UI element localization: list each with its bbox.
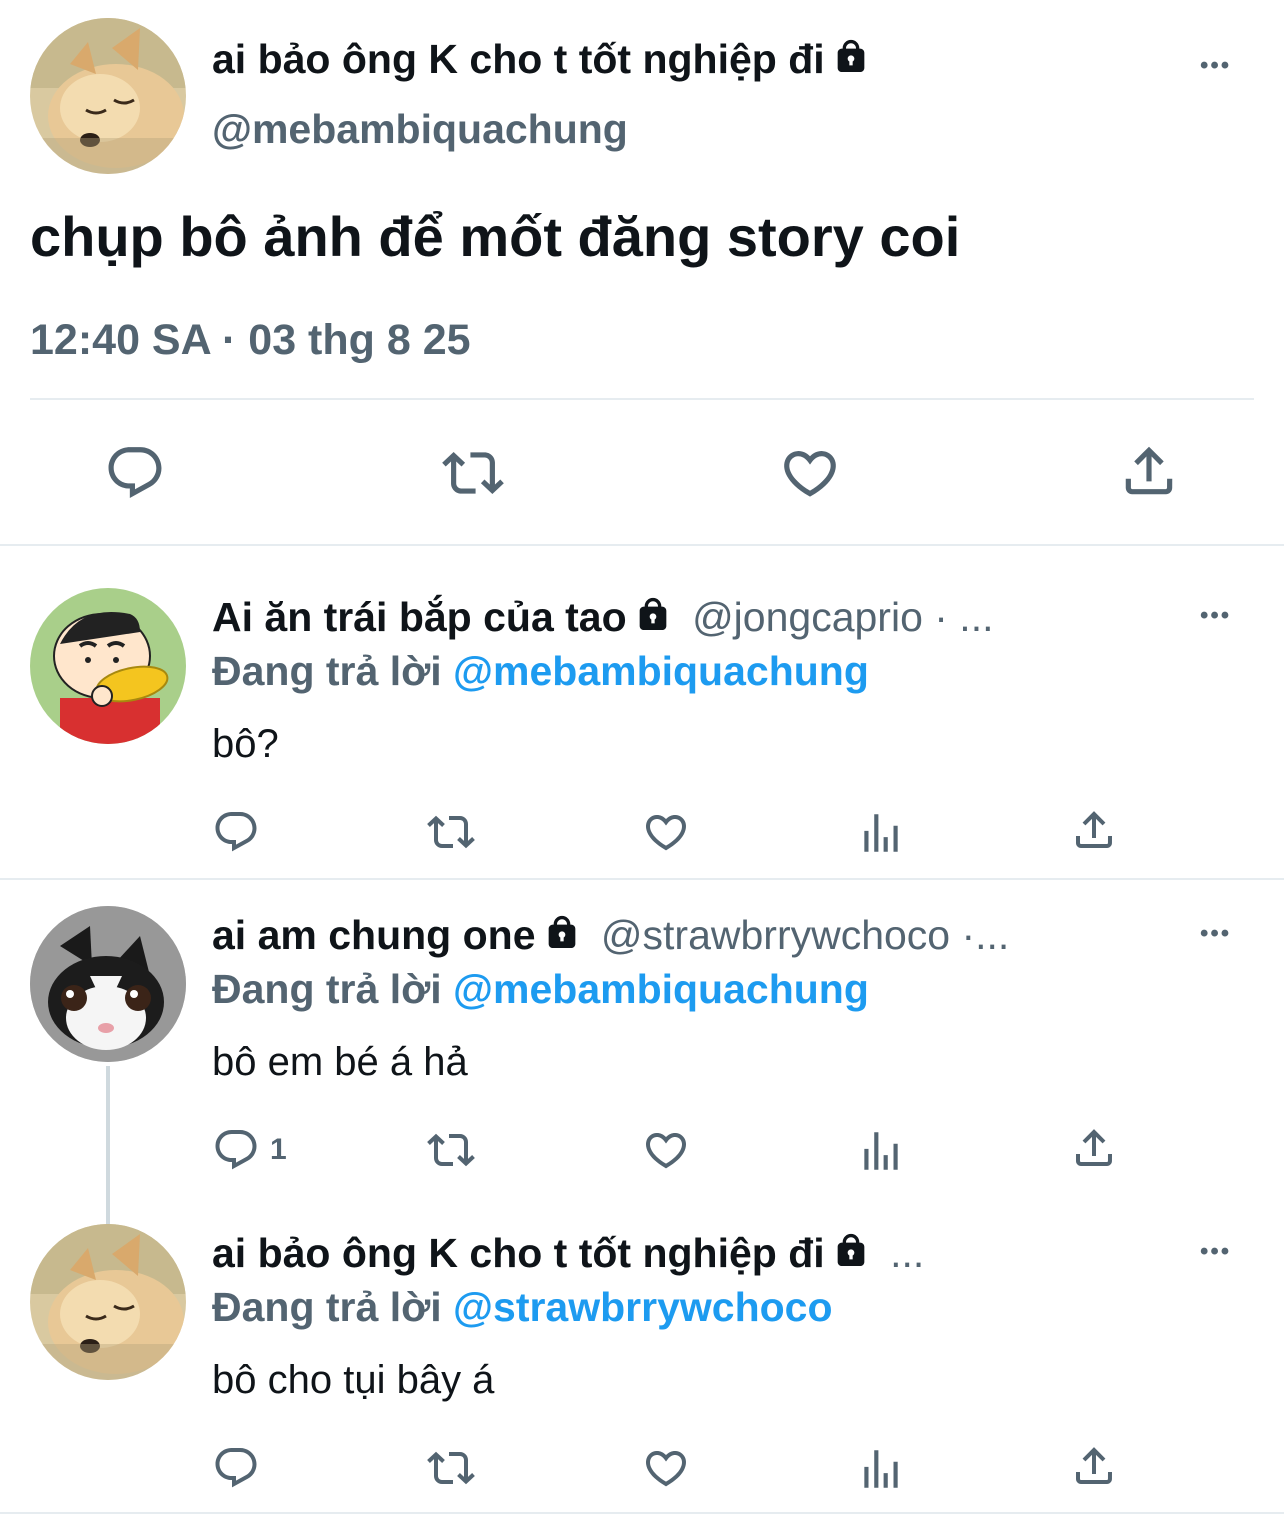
divider xyxy=(0,878,1284,880)
reply-button[interactable] xyxy=(212,1444,260,1492)
replying-to: Đang trả lời @mebambiquachung xyxy=(212,648,869,695)
author-name[interactable]: ai bảo ông K cho t tốt nghiệp đi xyxy=(212,36,871,87)
reply-button[interactable]: 1 xyxy=(212,1126,287,1174)
retweet-button[interactable] xyxy=(424,1126,478,1174)
replying-label: Đang trả lời xyxy=(212,1284,442,1330)
more-options-button[interactable]: ••• xyxy=(1200,1238,1231,1266)
like-icon xyxy=(640,808,692,856)
replying-to-link[interactable]: @mebambiquachung xyxy=(453,966,869,1012)
like-icon xyxy=(640,1444,692,1492)
reply-icon xyxy=(212,1444,260,1492)
display-name: ai am chung one xyxy=(212,912,536,958)
author-name[interactable]: ai bảo ông K cho t tốt nghiệp đi ... xyxy=(212,1230,924,1281)
display-name: ai bảo ông K cho t tốt nghiệp đi xyxy=(212,36,825,82)
lock-icon xyxy=(831,37,871,87)
replying-to-link[interactable]: @strawbrrywchoco xyxy=(453,1284,832,1330)
author-name[interactable]: ai am chung one @strawbrrywchoco ·... xyxy=(212,912,1009,963)
views-button[interactable] xyxy=(856,1126,906,1176)
lock-icon xyxy=(542,913,582,963)
like-button[interactable] xyxy=(778,442,842,504)
reply-icon xyxy=(212,1126,260,1174)
replying-label: Đang trả lời xyxy=(212,648,442,694)
more-options-button[interactable]: ••• xyxy=(1200,52,1231,80)
like-icon xyxy=(778,442,842,504)
sleeping-dog-avatar-image xyxy=(30,1224,186,1380)
avatar[interactable] xyxy=(30,1224,186,1380)
retweet-button[interactable] xyxy=(424,808,478,856)
divider xyxy=(0,1512,1284,1514)
retweet-icon xyxy=(424,1126,478,1174)
author-handle: @jongcaprio · ... xyxy=(692,594,994,640)
lock-icon xyxy=(831,1231,871,1281)
replying-label: Đang trả lời xyxy=(212,966,442,1012)
divider xyxy=(0,544,1284,546)
retweet-button[interactable] xyxy=(424,1444,478,1492)
author-handle[interactable]: @mebambiquachung xyxy=(212,106,628,153)
thread-connector-line xyxy=(106,1066,110,1226)
like-button[interactable] xyxy=(640,1126,692,1174)
reply-icon xyxy=(104,442,166,504)
views-icon xyxy=(856,1126,906,1176)
avatar[interactable] xyxy=(30,906,186,1062)
cartoon-boy-corn-avatar-image xyxy=(30,588,186,744)
more-options-button[interactable]: ••• xyxy=(1200,602,1231,630)
share-button[interactable] xyxy=(1070,1124,1118,1172)
retweet-icon xyxy=(440,442,506,504)
tweet-timestamp[interactable]: 12:40 SA · 03 thg 8 25 xyxy=(30,316,471,365)
share-button[interactable] xyxy=(1070,806,1118,854)
views-button[interactable] xyxy=(856,808,906,858)
views-button[interactable] xyxy=(856,1444,906,1494)
share-button[interactable] xyxy=(1070,1442,1118,1490)
avatar[interactable] xyxy=(30,588,186,744)
like-icon xyxy=(640,1126,692,1174)
views-icon xyxy=(856,808,906,858)
kitten-avatar-image xyxy=(30,906,186,1062)
reply-icon xyxy=(212,808,260,856)
tweet-text: bô? xyxy=(212,722,279,766)
share-icon xyxy=(1070,1124,1118,1172)
share-button[interactable] xyxy=(1118,440,1180,502)
reply-count: 1 xyxy=(270,1133,287,1166)
tweet-text: bô em bé á hả xyxy=(212,1040,468,1084)
share-icon xyxy=(1070,806,1118,854)
author-handle: @strawbrrywchoco ·... xyxy=(600,912,1010,958)
tweet-text: chụp bô ảnh để mốt đăng story coi xyxy=(30,205,961,268)
lock-icon xyxy=(633,595,673,645)
share-icon xyxy=(1118,440,1180,502)
reply-button[interactable] xyxy=(212,808,260,856)
author-handle: ... xyxy=(890,1230,925,1276)
divider xyxy=(30,398,1254,400)
display-name: ai bảo ông K cho t tốt nghiệp đi xyxy=(212,1230,825,1276)
like-button[interactable] xyxy=(640,1444,692,1492)
share-icon xyxy=(1070,1442,1118,1490)
more-options-button[interactable]: ••• xyxy=(1200,920,1231,948)
sleeping-dog-avatar-image xyxy=(30,18,186,174)
replying-to-link[interactable]: @mebambiquachung xyxy=(453,648,869,694)
views-icon xyxy=(856,1444,906,1494)
like-button[interactable] xyxy=(640,808,692,856)
avatar[interactable] xyxy=(30,18,186,174)
retweet-icon xyxy=(424,808,478,856)
retweet-button[interactable] xyxy=(440,442,506,504)
replying-to: Đang trả lời @strawbrrywchoco xyxy=(212,1284,833,1331)
author-name[interactable]: Ai ăn trái bắp của tao @jongcaprio · ... xyxy=(212,594,993,645)
replying-to: Đang trả lời @mebambiquachung xyxy=(212,966,869,1013)
retweet-icon xyxy=(424,1444,478,1492)
display-name: Ai ăn trái bắp của tao xyxy=(212,594,627,640)
tweet-text: bô cho tụi bây á xyxy=(212,1358,495,1402)
reply-button[interactable] xyxy=(104,442,166,504)
